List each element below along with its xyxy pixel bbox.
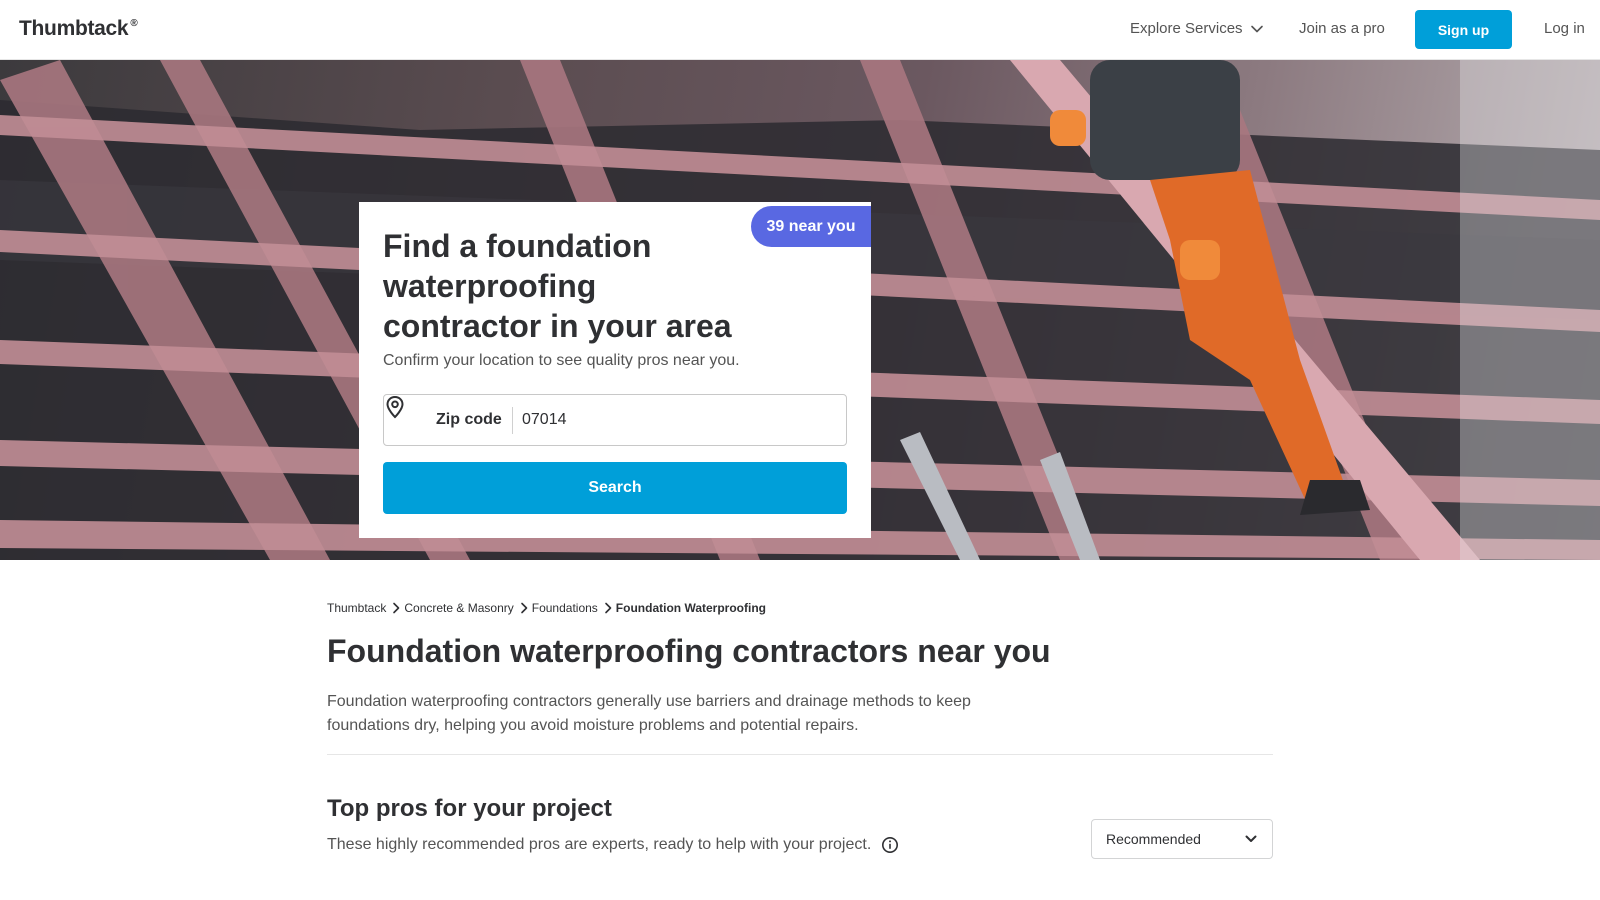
near-you-badge: 39 near you	[751, 206, 871, 247]
top-pros-subtitle: These highly recommended pros are expert…	[327, 836, 872, 853]
sort-dropdown[interactable]: Recommended	[1091, 819, 1273, 859]
find-pro-card: Find a foundation waterproofing contract…	[359, 202, 871, 538]
breadcrumb-foundations[interactable]: Foundations	[532, 601, 598, 615]
chevron-down-icon	[1245, 835, 1257, 842]
zip-code-label: Zip code	[436, 411, 502, 428]
log-in-link[interactable]: Log in	[1544, 20, 1585, 37]
explore-services-label: Explore Services	[1130, 20, 1243, 37]
breadcrumb-current: Foundation Waterproofing	[615, 601, 766, 615]
thumbtack-logo[interactable]: Thumbtack ®	[19, 17, 138, 41]
logo-text: Thumbtack	[19, 17, 129, 40]
hero-subtitle: Confirm your location to see quality pro…	[383, 352, 740, 369]
chevron-down-icon	[1250, 25, 1263, 32]
explore-services-menu[interactable]: Explore Services	[1130, 20, 1264, 37]
page-description: Foundation waterproofing contractors gen…	[327, 693, 971, 734]
zip-code-field[interactable]: Zip code	[383, 394, 847, 446]
zip-code-input[interactable]	[522, 403, 832, 437]
registered-mark: ®	[130, 18, 138, 29]
top-navigation: Thumbtack ® Explore Services Join as a p…	[0, 0, 1600, 60]
hero-banner: Find a foundation waterproofing contract…	[0, 60, 1600, 560]
chevron-right-icon	[604, 602, 612, 614]
sort-selected-value: Recommended	[1106, 831, 1201, 847]
hero-title: Find a foundation waterproofing contract…	[383, 228, 732, 344]
zip-divider	[512, 407, 513, 434]
join-as-pro-link[interactable]: Join as a pro	[1299, 20, 1385, 37]
top-pros-subtitle-row: These highly recommended pros are expert…	[327, 836, 899, 854]
chevron-right-icon	[520, 602, 528, 614]
breadcrumb: Thumbtack Concrete & Masonry Foundations…	[327, 601, 766, 615]
location-pin-icon	[386, 395, 404, 419]
sign-up-button[interactable]: Sign up	[1415, 10, 1512, 49]
chevron-right-icon	[393, 602, 400, 614]
breadcrumb-concrete-masonry[interactable]: Concrete & Masonry	[404, 601, 513, 615]
breadcrumb-thumbtack[interactable]: Thumbtack	[327, 601, 386, 615]
info-icon[interactable]	[881, 836, 899, 854]
top-pros-title: Top pros for your project	[327, 795, 612, 822]
section-divider	[327, 754, 1273, 755]
search-button[interactable]: Search	[383, 462, 847, 514]
page-title: Foundation waterproofing contractors nea…	[327, 633, 1051, 669]
